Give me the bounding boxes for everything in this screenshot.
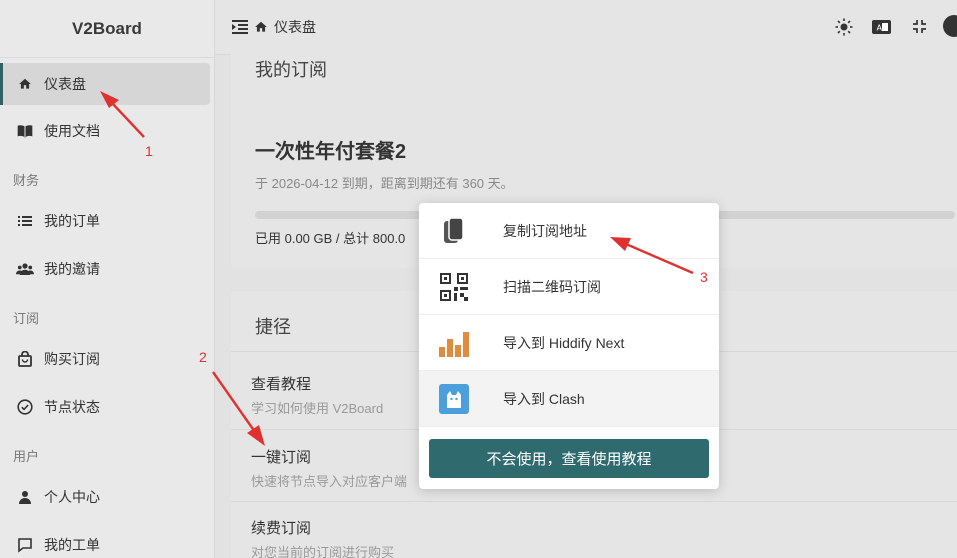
list-icon bbox=[16, 212, 34, 230]
sun-icon[interactable] bbox=[835, 18, 853, 36]
svg-text:A: A bbox=[877, 24, 883, 33]
sidebar-item-dashboard[interactable]: 仪表盘 bbox=[0, 63, 210, 105]
annotation-number: 3 bbox=[700, 269, 708, 285]
popup-item-label: 扫描二维码订阅 bbox=[503, 278, 601, 295]
shortcut-renew[interactable]: 续费订阅 对您当前的订阅进行购买 bbox=[251, 517, 394, 558]
sidebar-item-profile[interactable]: 个人中心 bbox=[0, 476, 210, 518]
sidebar-item-label: 使用文档 bbox=[44, 123, 100, 139]
fullscreen-icon[interactable] bbox=[912, 19, 927, 34]
sidebar-item-label: 购买订阅 bbox=[44, 351, 100, 367]
section-finance: 财务 bbox=[13, 173, 40, 188]
shortcut-tutorial[interactable]: 查看教程 学习如何使用 V2Board bbox=[251, 373, 383, 417]
popup-item-hiddify[interactable]: 导入到 Hiddify Next bbox=[419, 315, 719, 371]
sidebar-item-invites[interactable]: 我的邀请 bbox=[0, 248, 210, 290]
breadcrumb: 仪表盘 bbox=[274, 19, 316, 35]
annotation-number: 2 bbox=[199, 349, 207, 365]
shortcut-title: 查看教程 bbox=[251, 376, 312, 393]
book-icon bbox=[16, 122, 34, 140]
sidebar-item-nodes[interactable]: 节点状态 bbox=[0, 386, 210, 428]
sidebar-item-buy[interactable]: 购买订阅 bbox=[0, 338, 210, 380]
subscribe-popup: 复制订阅地址 扫描二维码订阅 导入到 Hiddify Next 导入到 Clas… bbox=[419, 203, 719, 489]
check-circle-icon bbox=[16, 398, 34, 416]
plan-name: 一次性年付套餐2 bbox=[255, 141, 407, 163]
usage-text: 已用 0.00 GB / 总计 800.0 bbox=[255, 231, 406, 246]
copy-icon bbox=[438, 215, 470, 247]
sidebar-item-tickets[interactable]: 我的工单 bbox=[0, 524, 210, 558]
sidebar-item-label: 个人中心 bbox=[44, 489, 100, 505]
section-subscription: 订阅 bbox=[13, 311, 40, 326]
app-logo: V2Board bbox=[0, 0, 214, 58]
home-icon[interactable] bbox=[254, 20, 268, 34]
hiddify-icon bbox=[438, 327, 470, 359]
menu-toggle-icon[interactable] bbox=[232, 20, 248, 34]
shortcut-one-click-subscribe[interactable]: 一键订阅 快速将节点导入对应客户端 bbox=[251, 446, 407, 490]
annotation-number: 1 bbox=[145, 143, 153, 159]
sidebar-item-label: 节点状态 bbox=[44, 399, 100, 415]
sidebar-item-label: 我的邀请 bbox=[44, 261, 100, 277]
qrcode-icon bbox=[438, 271, 470, 303]
sidebar-item-docs[interactable]: 使用文档 bbox=[0, 110, 210, 152]
divider bbox=[231, 501, 957, 502]
sidebar: V2Board 仪表盘 使用文档 财务 我的订单 我的邀请 订阅 购买订阅 节点… bbox=[0, 0, 215, 558]
clash-icon bbox=[438, 383, 470, 415]
popup-item-label: 导入到 Hiddify Next bbox=[503, 334, 625, 351]
tutorial-button[interactable]: 不会使用，查看使用教程 bbox=[429, 439, 709, 478]
shortcut-title: 续费订阅 bbox=[251, 520, 312, 537]
sidebar-item-label: 仪表盘 bbox=[44, 76, 86, 92]
shortcuts-title: 捷径 bbox=[255, 317, 291, 337]
translate-icon[interactable]: A bbox=[872, 20, 891, 34]
sidebar-item-orders[interactable]: 我的订单 bbox=[0, 200, 210, 242]
sidebar-item-label: 我的订单 bbox=[44, 213, 100, 229]
popup-item-clash[interactable]: 导入到 Clash bbox=[419, 371, 719, 427]
users-icon bbox=[16, 260, 34, 278]
subscription-title: 我的订阅 bbox=[255, 60, 327, 80]
shortcut-desc: 对您当前的订阅进行购买 bbox=[251, 545, 395, 558]
sidebar-item-label: 我的工单 bbox=[44, 537, 100, 553]
shortcut-desc: 学习如何使用 V2Board bbox=[251, 401, 384, 416]
user-icon bbox=[16, 488, 34, 506]
popup-item-qrcode[interactable]: 扫描二维码订阅 bbox=[419, 259, 719, 315]
shortcut-desc: 快速将节点导入对应客户端 bbox=[251, 474, 408, 489]
shortcut-title: 一键订阅 bbox=[251, 449, 312, 466]
home-icon bbox=[16, 75, 34, 93]
expire-text: 于 2026-04-12 到期，距离到期还有 360 天。 bbox=[255, 176, 514, 191]
popup-item-label: 复制订阅地址 bbox=[503, 222, 587, 239]
section-user: 用户 bbox=[13, 449, 40, 464]
popup-item-label: 导入到 Clash bbox=[503, 390, 585, 407]
popup-item-copy-url[interactable]: 复制订阅地址 bbox=[419, 203, 719, 259]
chat-icon bbox=[16, 536, 34, 554]
avatar[interactable] bbox=[943, 15, 957, 37]
shopping-bag-icon bbox=[16, 350, 34, 368]
